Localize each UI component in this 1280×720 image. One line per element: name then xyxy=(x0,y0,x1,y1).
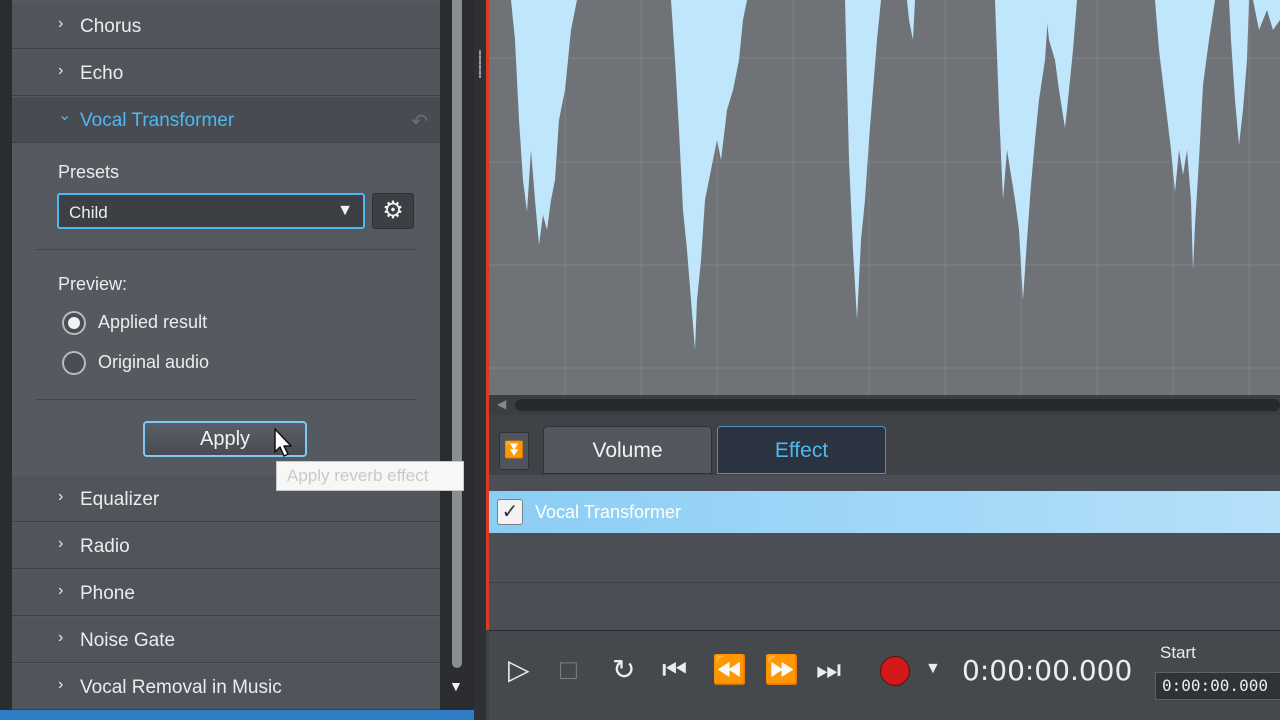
effect-label: Phone xyxy=(80,583,135,604)
chevron-right-icon: › xyxy=(58,535,64,552)
scroll-left-icon[interactable]: ◀ xyxy=(497,397,506,411)
double-chevron-down-icon: ⏬ xyxy=(504,442,524,459)
divider xyxy=(36,249,416,250)
tab-effect[interactable]: Effect xyxy=(717,426,886,474)
chevron-right-icon: › xyxy=(58,582,64,599)
chevron-right-icon: › xyxy=(58,62,64,79)
chevron-right-icon: › xyxy=(58,488,64,505)
apply-tooltip: Apply reverb effect xyxy=(276,461,464,491)
effect-row-vocal-transformer[interactable]: ⌄ Vocal Transformer ↶ xyxy=(12,97,440,143)
effect-row-echo[interactable]: › Echo xyxy=(12,50,440,96)
time-display: 0:00:00.000 xyxy=(962,654,1133,687)
chevron-down-icon: ⌄ xyxy=(58,107,72,124)
preset-value: Child xyxy=(69,203,108,222)
chevron-right-icon: › xyxy=(58,15,64,32)
waveform-hscroll-thumb[interactable] xyxy=(515,399,1280,411)
effect-label: Noise Gate xyxy=(80,630,176,651)
preset-settings-button[interactable]: ⚙ xyxy=(372,193,414,229)
splitter-grip-icon[interactable] xyxy=(479,50,481,78)
fast-forward-icon[interactable]: ⏩ xyxy=(764,650,799,690)
reset-icon[interactable]: ↶ xyxy=(411,109,428,134)
applied-effect-label: Vocal Transformer xyxy=(535,502,682,522)
start-time-field[interactable]: 0:00:00.000 xyxy=(1155,672,1280,700)
dropdown-arrow-icon: ▼ xyxy=(337,202,353,219)
panel-bottom-border xyxy=(0,710,476,720)
chevron-right-icon: › xyxy=(58,629,64,646)
record-button[interactable] xyxy=(880,656,910,686)
effect-label: Vocal Transformer xyxy=(80,110,235,131)
effect-label: Vocal Removal in Music xyxy=(80,677,282,698)
chevron-right-icon: › xyxy=(58,676,64,693)
start-label: Start xyxy=(1160,643,1196,662)
scroll-down-icon[interactable]: ▼ xyxy=(449,678,463,694)
effect-label: Chorus xyxy=(80,16,142,37)
effect-enabled-checkbox[interactable]: ✓ xyxy=(497,499,523,525)
effect-label: Equalizer xyxy=(80,489,160,510)
panel-edge xyxy=(0,0,12,720)
loop-icon[interactable]: ↻ xyxy=(612,650,635,690)
stop-icon[interactable]: □ xyxy=(560,650,577,690)
effect-row-radio[interactable]: › Radio xyxy=(12,523,440,569)
preview-label: Preview: xyxy=(58,274,128,294)
tab-volume[interactable]: Volume xyxy=(543,426,712,474)
play-icon[interactable]: ▷ xyxy=(508,650,530,690)
radio-original-audio[interactable] xyxy=(62,351,86,375)
check-icon: ✓ xyxy=(501,501,519,523)
skip-to-start-icon[interactable]: ⏮ xyxy=(662,650,687,690)
radio-original-audio-label[interactable]: Original audio xyxy=(98,352,209,373)
effect-label: Echo xyxy=(80,63,124,84)
radio-applied-result[interactable] xyxy=(62,311,86,335)
effect-label: Radio xyxy=(80,536,130,557)
collapse-panel-button[interactable]: ⏬ xyxy=(499,432,529,470)
rewind-icon[interactable]: ⏪ xyxy=(712,650,747,690)
presets-label: Presets xyxy=(58,162,120,182)
divider xyxy=(36,399,416,400)
skip-to-end-icon[interactable]: ⏭ xyxy=(816,650,841,690)
record-options-dropdown-icon[interactable]: ▼ xyxy=(925,660,941,678)
preset-select[interactable]: Child ▼ xyxy=(57,193,365,229)
panel-scrollbar-thumb[interactable] xyxy=(452,0,462,668)
vocal-transformer-settings: Presets Child ▼ ⚙ Preview: Applied resul… xyxy=(12,143,440,475)
mouse-cursor-icon xyxy=(274,428,292,457)
waveform-view[interactable] xyxy=(489,0,1280,395)
effect-row-vocal-removal[interactable]: › Vocal Removal in Music xyxy=(12,664,440,710)
divider xyxy=(489,582,1280,583)
effect-row-noise-gate[interactable]: › Noise Gate xyxy=(12,617,440,663)
radio-applied-result-label[interactable]: Applied result xyxy=(98,312,207,333)
effect-row-phone[interactable]: › Phone xyxy=(12,570,440,616)
effect-row-chorus[interactable]: › Chorus xyxy=(12,3,440,49)
panel-splitter[interactable] xyxy=(474,0,486,720)
gear-icon: ⚙ xyxy=(382,197,404,224)
